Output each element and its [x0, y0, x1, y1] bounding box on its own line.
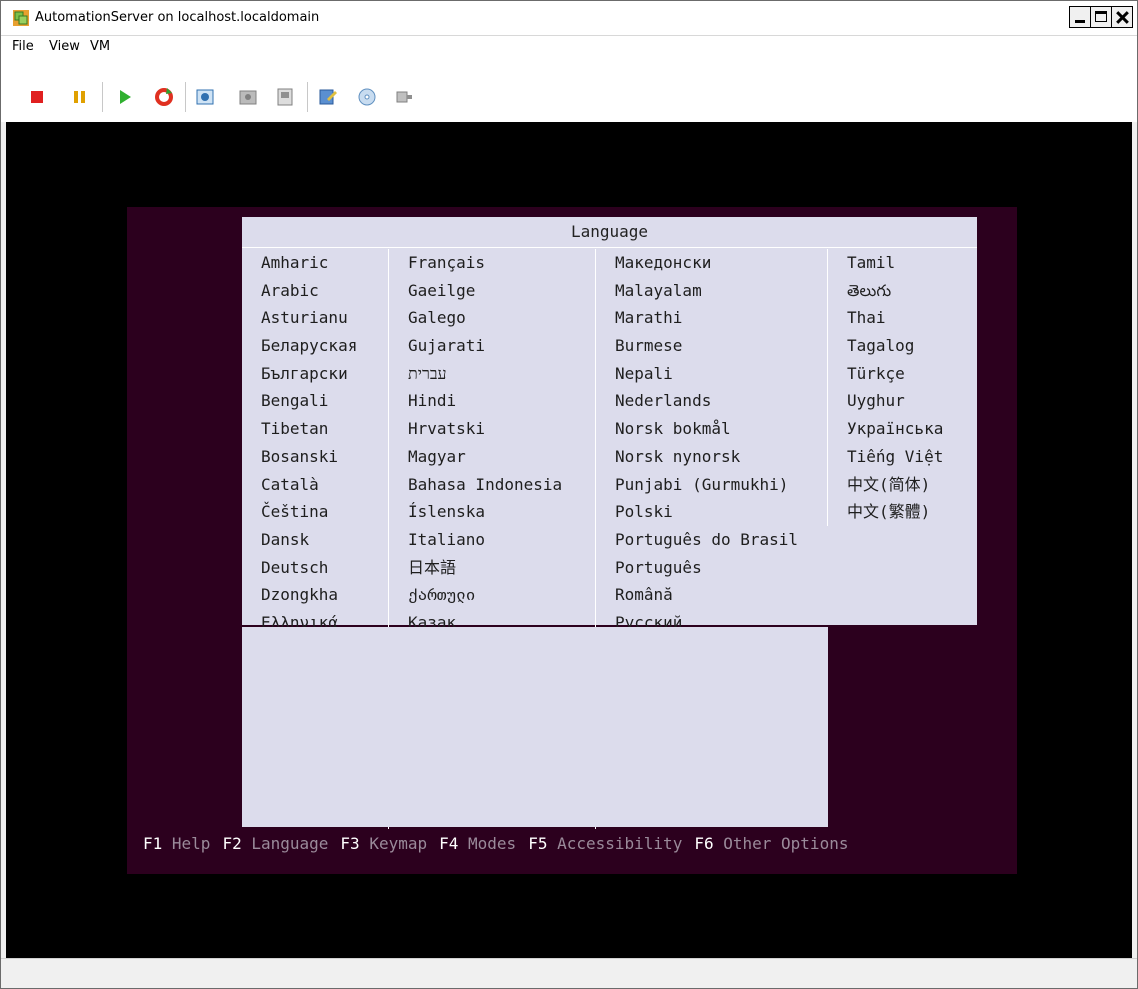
language-option[interactable]: Gujarati: [389, 332, 594, 360]
pause-icon[interactable]: [69, 86, 91, 108]
snapshot-icon[interactable]: [194, 86, 216, 108]
cd-icon[interactable]: [356, 86, 378, 108]
menu-view[interactable]: View: [49, 39, 80, 54]
language-dialog: Language Amharic Arabic Asturianu Беларуска…: [242, 217, 977, 829]
language-option[interactable]: Íslenska: [389, 498, 594, 526]
language-option[interactable]: తెలుగు: [828, 277, 977, 305]
language-option[interactable]: 中文(简体): [828, 471, 977, 499]
language-option[interactable]: Македонски: [596, 249, 827, 277]
network-icon[interactable]: [393, 86, 415, 108]
fkey-key: F4: [439, 834, 459, 853]
fkey-f6[interactable]: F6 Other Options: [694, 834, 848, 853]
fkey-label: Accessibility: [557, 834, 683, 853]
status-bar: [1, 958, 1137, 988]
manage-snapshots-icon[interactable]: [275, 86, 297, 108]
language-option[interactable]: Română: [596, 581, 827, 609]
language-option[interactable]: Arabic: [242, 277, 387, 305]
edit-settings-icon[interactable]: [317, 86, 339, 108]
language-option[interactable]: Dansk: [242, 526, 387, 554]
fkey-key: F1: [143, 834, 163, 853]
window-title: AutomationServer on localhost.localdomai…: [35, 10, 320, 25]
fkey-key: F2: [222, 834, 242, 853]
function-key-bar: F1 Help F2 Language F3 Keymap F4 Modes F5 Ac…: [143, 834, 860, 853]
close-button[interactable]: [1111, 6, 1133, 28]
fkey-label: Help: [171, 834, 211, 853]
language-option[interactable]: Marathi: [596, 304, 827, 332]
language-option[interactable]: Punjabi (Gurmukhi): [596, 471, 827, 499]
language-option[interactable]: Tibetan: [242, 415, 387, 443]
language-option[interactable]: Français: [389, 249, 594, 277]
language-option[interactable]: Hindi: [389, 387, 594, 415]
menu-bar: File View VM: [1, 36, 1137, 58]
vm-console-window: AutomationServer on localhost.localdomai…: [0, 0, 1138, 989]
language-option[interactable]: Uyghur: [828, 387, 977, 415]
language-option[interactable]: Tagalog: [828, 332, 977, 360]
fkey-key: F6: [694, 834, 714, 853]
language-option[interactable]: Burmese: [596, 332, 827, 360]
installer-screen: Language Amharic Arabic Asturianu Беларуска…: [127, 207, 1017, 874]
dialog-title: Language: [242, 217, 977, 248]
menu-file[interactable]: File: [12, 39, 34, 54]
language-option[interactable]: Català: [242, 471, 387, 499]
language-option[interactable]: Українська: [828, 415, 977, 443]
language-column-4: Tamil తెలుగు Thai Tagalog Türkçe Uyghur Україн…: [828, 249, 977, 526]
toolbar: [1, 58, 1137, 122]
title-bar: AutomationServer on localhost.localdomai…: [1, 1, 1137, 36]
language-option[interactable]: Galego: [389, 304, 594, 332]
fkey-f5[interactable]: F5 Accessibility: [528, 834, 682, 853]
fkey-label: Modes: [468, 834, 517, 853]
fkey-label: Language: [251, 834, 329, 853]
language-option[interactable]: Polski: [596, 498, 827, 526]
language-option[interactable]: Dzongkha: [242, 581, 387, 609]
vmware-app-icon: [13, 10, 29, 26]
language-option[interactable]: Български: [242, 360, 387, 388]
language-option[interactable]: Português: [596, 554, 827, 582]
maximize-button[interactable]: [1090, 6, 1112, 28]
language-option[interactable]: Thai: [828, 304, 977, 332]
stop-icon[interactable]: [26, 86, 48, 108]
language-option[interactable]: Nepali: [596, 360, 827, 388]
language-option[interactable]: 中文(繁體): [828, 498, 977, 526]
fkey-f4[interactable]: F4 Modes: [439, 834, 516, 853]
language-option[interactable]: Deutsch: [242, 554, 387, 582]
language-option[interactable]: Bosanski: [242, 443, 387, 471]
fkey-key: F5: [528, 834, 548, 853]
language-option[interactable]: Tiếng Việt: [828, 443, 977, 471]
fkey-f1[interactable]: F1 Help: [143, 834, 210, 853]
language-option[interactable]: Беларуская: [242, 332, 387, 360]
language-option[interactable]: ქართული: [389, 581, 594, 609]
fkey-f2[interactable]: F2 Language: [222, 834, 328, 853]
language-option[interactable]: Malayalam: [596, 277, 827, 305]
vm-console[interactable]: Language Amharic Arabic Asturianu Беларуска…: [6, 122, 1132, 958]
language-option[interactable]: Amharic: [242, 249, 387, 277]
language-option[interactable]: Bahasa Indonesia: [389, 471, 594, 499]
fkey-label: Other Options: [723, 834, 849, 853]
language-option[interactable]: Türkçe: [828, 360, 977, 388]
fkey-key: F3: [340, 834, 360, 853]
language-option[interactable]: 日本語: [389, 554, 594, 582]
language-option[interactable]: Čeština: [242, 498, 387, 526]
dialog-body-extension: [242, 627, 828, 827]
menu-vm[interactable]: VM: [90, 39, 110, 54]
language-option[interactable]: Norsk bokmål: [596, 415, 827, 443]
language-option[interactable]: Gaeilge: [389, 277, 594, 305]
language-option[interactable]: Tamil: [828, 249, 977, 277]
minimize-button[interactable]: [1069, 6, 1091, 28]
language-option[interactable]: Italiano: [389, 526, 594, 554]
language-option[interactable]: עברית: [389, 360, 594, 388]
language-option[interactable]: Hrvatski: [389, 415, 594, 443]
language-option[interactable]: Norsk nynorsk: [596, 443, 827, 471]
fkey-label: Keymap: [369, 834, 428, 853]
reset-icon[interactable]: [153, 86, 175, 108]
language-option[interactable]: Asturianu: [242, 304, 387, 332]
language-option[interactable]: Bengali: [242, 387, 387, 415]
language-option[interactable]: Nederlands: [596, 387, 827, 415]
language-option[interactable]: Português do Brasil: [596, 526, 827, 554]
revert-snapshot-icon[interactable]: [237, 86, 259, 108]
language-option[interactable]: Magyar: [389, 443, 594, 471]
play-icon[interactable]: [114, 86, 136, 108]
fkey-f3[interactable]: F3 Keymap: [340, 834, 427, 853]
